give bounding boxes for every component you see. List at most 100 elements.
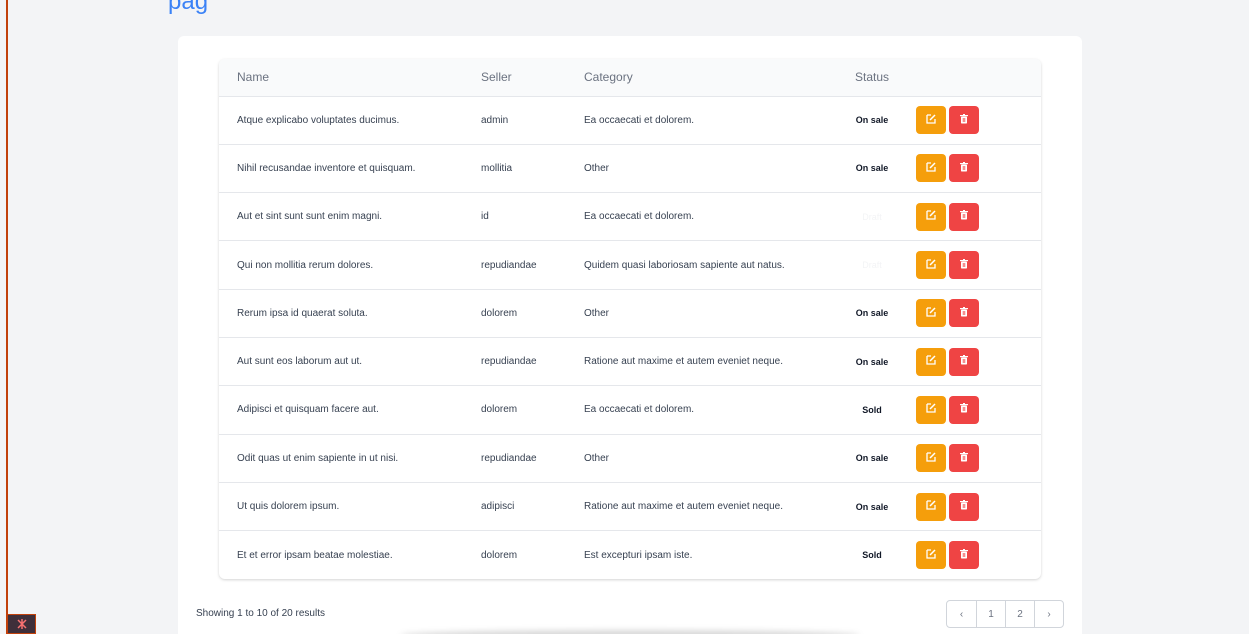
trash-icon (958, 306, 970, 321)
cell-status: Sold (862, 550, 882, 561)
cell-status: On sale (855, 115, 889, 126)
cell-category: Ea occaecati et dolorem. (584, 114, 695, 126)
trash-icon (958, 499, 970, 514)
cell-status: Draft (862, 260, 882, 271)
debugbar-logo-icon[interactable] (7, 614, 36, 634)
trash-icon (958, 402, 970, 417)
delete-button[interactable] (949, 444, 979, 473)
results-summary: Showing 1 to 10 of 20 results (196, 608, 325, 619)
cell-actions (916, 434, 1041, 482)
column-header-category: Category (584, 70, 633, 85)
table-row: Qui non mollitia rerum dolores. repudiand… (219, 240, 1041, 289)
edit-button[interactable] (916, 251, 946, 280)
delete-button[interactable] (949, 347, 979, 376)
cell-name: Adipisci et quisquam facere aut. (237, 404, 379, 416)
cell-actions (916, 386, 1041, 434)
cell-name: Et et error ipsam beatae molestiae. (237, 549, 393, 561)
page-button-2[interactable]: 2 (1005, 601, 1034, 627)
cell-seller: adipisci (481, 501, 515, 513)
next-page-button[interactable]: › (1034, 601, 1063, 627)
edit-button[interactable] (916, 299, 946, 328)
cell-name: Rerum ipsa id quaerat soluta. (237, 307, 368, 319)
delete-button[interactable] (949, 251, 979, 280)
edit-icon (925, 258, 937, 273)
cell-seller: repudiandae (481, 452, 537, 464)
edit-icon (925, 402, 937, 417)
cell-name: Aut sunt eos laborum aut ut. (237, 356, 363, 368)
bug-icon (16, 619, 27, 629)
table-row: Adipisci et quisquam facere aut. dolorem E… (219, 385, 1041, 434)
cell-name: Nihil recusandae inventore et quisquam. (237, 162, 416, 174)
products-table: Name Seller Category Status Atque explic… (219, 59, 1041, 579)
cell-name: Ut quis dolorem ipsum. (237, 501, 340, 513)
edit-button[interactable] (916, 541, 946, 570)
cell-category: Ratione aut maxime et autem eveniet nequ… (584, 356, 784, 368)
cell-status: On sale (855, 308, 889, 319)
cell-status: On sale (855, 356, 889, 367)
cell-name: Atque explicabo voluptates ducimus. (237, 114, 400, 126)
cell-actions (916, 193, 1041, 241)
delete-button[interactable] (949, 299, 979, 328)
cell-seller: repudiandae (481, 356, 537, 368)
column-header-name: Name (237, 70, 270, 85)
edit-icon (925, 499, 937, 514)
table-row: Nihil recusandae inventore et quisquam. m… (219, 144, 1041, 192)
cell-name: Aut et sint sunt sunt enim magni. (237, 211, 383, 223)
table-row: Aut sunt eos laborum aut ut. repudiandae R… (219, 337, 1041, 385)
delete-button[interactable] (949, 154, 979, 183)
trash-icon (958, 258, 970, 273)
cell-name: Qui non mollitia rerum dolores. (237, 259, 374, 271)
table-row: Et et error ipsam beatae molestiae. dolor… (219, 530, 1041, 579)
page-heading-fragment: pag (168, 0, 209, 15)
cell-seller: dolorem (481, 307, 518, 319)
cell-status: On sale (855, 501, 889, 512)
cell-seller: admin (481, 114, 509, 126)
column-header-actions (916, 59, 1041, 96)
edit-icon (925, 113, 937, 128)
edit-icon (925, 209, 937, 224)
cell-category: Ratione aut maxime et autem eveniet nequ… (584, 501, 784, 513)
edit-icon (925, 161, 937, 176)
edit-button[interactable] (916, 395, 946, 424)
products-table-container: Name Seller Category Status Atque explic… (219, 59, 1041, 579)
cell-category: Other (584, 452, 610, 464)
column-header-seller: Seller (481, 70, 512, 85)
trash-icon (958, 113, 970, 128)
left-edge-rule (6, 0, 8, 634)
products-card: Name Seller Category Status Atque explic… (178, 36, 1082, 634)
cell-seller: dolorem (481, 549, 518, 561)
edit-button[interactable] (916, 347, 946, 376)
delete-button[interactable] (949, 395, 979, 424)
cell-status: On sale (855, 163, 889, 174)
edit-icon (925, 306, 937, 321)
delete-button[interactable] (949, 541, 979, 570)
trash-icon (958, 354, 970, 369)
delete-button[interactable] (949, 106, 979, 135)
trash-icon (958, 209, 970, 224)
edit-icon (925, 354, 937, 369)
cell-actions (916, 531, 1041, 579)
bottom-shadow (400, 630, 860, 634)
column-header-status: Status (854, 70, 890, 85)
delete-button[interactable] (949, 202, 979, 231)
prev-page-button[interactable]: ‹ (947, 601, 976, 627)
edit-button[interactable] (916, 492, 946, 521)
table-row: Ut quis dolorem ipsum. adipisci Ratione au… (219, 482, 1041, 530)
trash-icon (958, 161, 970, 176)
edit-icon (925, 548, 937, 563)
table-row: Aut et sint sunt sunt enim magni. id Ea oc… (219, 192, 1041, 241)
page-button-1[interactable]: 1 (976, 601, 1005, 627)
cell-status: On sale (855, 453, 889, 464)
edit-button[interactable] (916, 444, 946, 473)
cell-actions (916, 144, 1041, 192)
cell-status: Draft (862, 211, 882, 222)
edit-button[interactable] (916, 154, 946, 183)
edit-button[interactable] (916, 106, 946, 135)
trash-icon (958, 451, 970, 466)
table-row: Odit quas ut enim sapiente in ut nisi. re… (219, 434, 1041, 482)
cell-category: Ea occaecati et dolorem. (584, 404, 695, 416)
cell-actions (916, 241, 1041, 289)
edit-button[interactable] (916, 202, 946, 231)
delete-button[interactable] (949, 492, 979, 521)
cell-actions (916, 482, 1041, 530)
